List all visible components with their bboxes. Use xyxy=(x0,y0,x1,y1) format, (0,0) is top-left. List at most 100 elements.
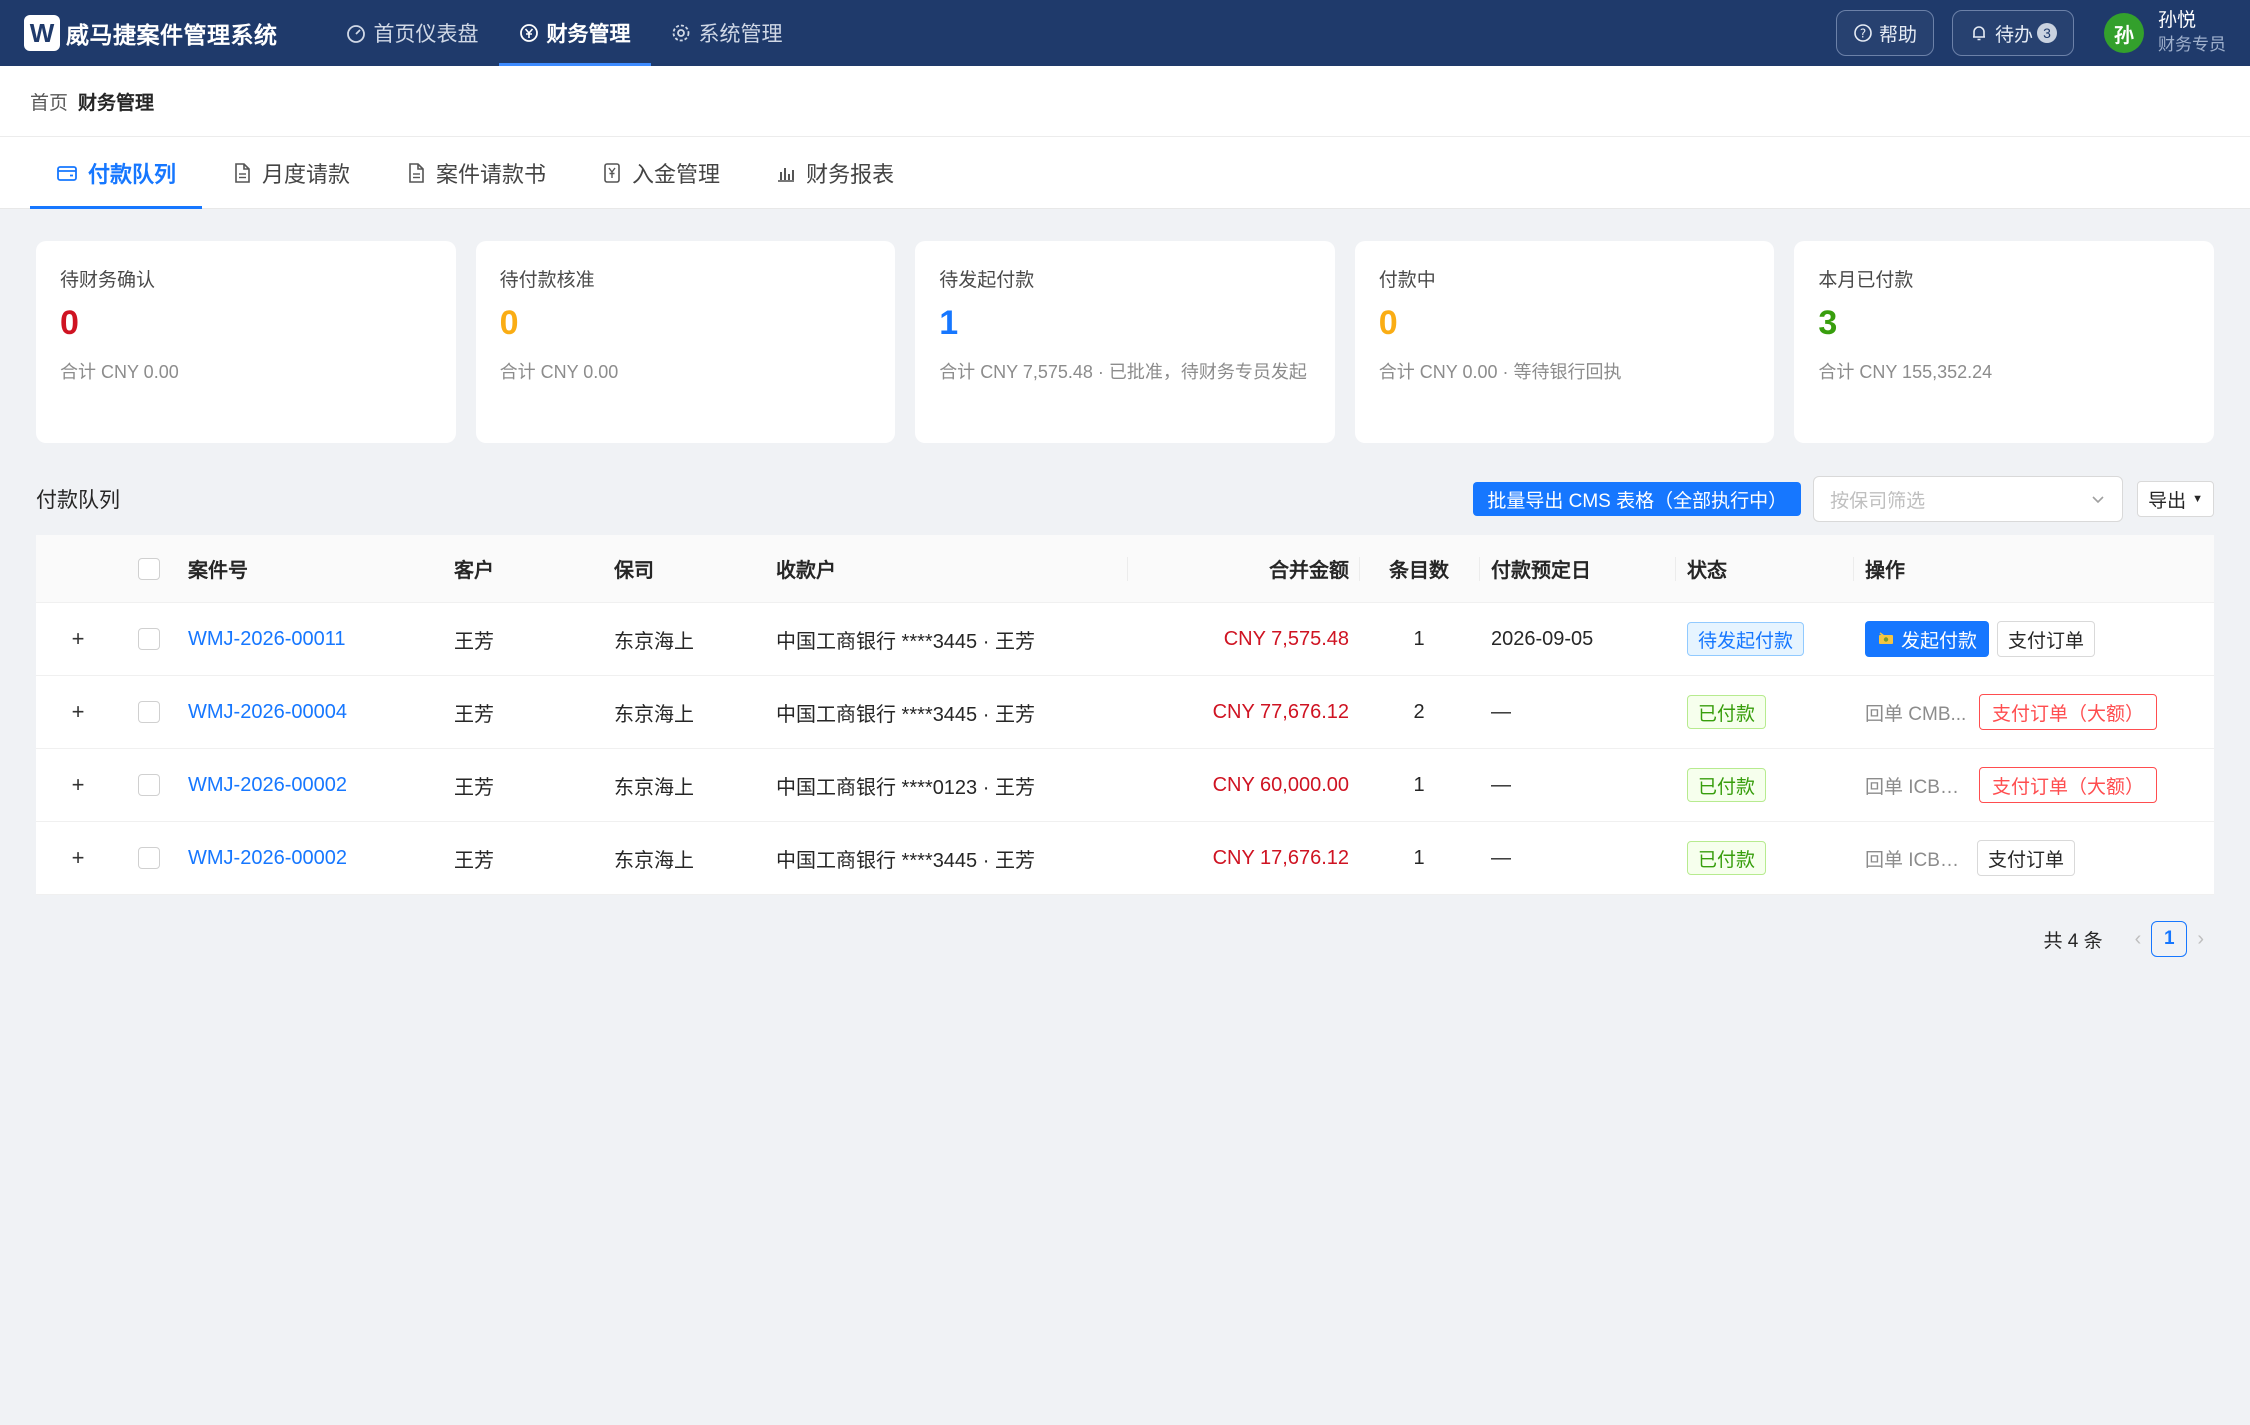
breadcrumb: 首页 财务管理 xyxy=(0,66,2250,137)
col-status: 状态 xyxy=(1675,535,1853,602)
todo-label: 待办 xyxy=(1994,24,2033,46)
status-cell: 待发起付款 xyxy=(1675,603,1853,675)
stat-card-pending-confirm[interactable]: 待财务确认 0 合计 CNY 0.00 xyxy=(36,241,456,443)
pay-order-button[interactable]: 支付订单 xyxy=(1997,621,2096,657)
batch-export-button[interactable]: 批量导出 CMS 表格（全部执行中） xyxy=(1473,482,1802,516)
receipt-link[interactable]: 回单 ICBC... xyxy=(1865,772,1969,799)
col-ops: 操作 xyxy=(1853,535,2214,602)
header-actions: ? 帮助 待办 3 孙 孙悦 财务专员 xyxy=(1818,9,2226,57)
status-cell: 已付款 xyxy=(1675,676,1853,748)
row-checkbox[interactable] xyxy=(138,701,160,723)
row-select[interactable] xyxy=(120,749,178,821)
stat-label: 本月已付款 xyxy=(1818,270,1914,291)
gear-icon xyxy=(671,23,691,43)
expand-row-button[interactable]: + xyxy=(36,603,120,675)
breadcrumb-home[interactable]: 首页 xyxy=(30,88,68,115)
finance-icon xyxy=(519,23,539,43)
next-page-icon[interactable]: › xyxy=(2197,928,2204,951)
money-icon xyxy=(1877,630,1895,648)
topnav-dashboard[interactable]: 首页仪表盘 xyxy=(326,0,499,66)
insurer-filter-select[interactable]: 按保司筛选 xyxy=(1813,476,2124,522)
payee-cell: 中国工商银行 ****3445 · 王芳 xyxy=(776,703,1035,726)
user-menu[interactable]: 孙 孙悦 财务专员 xyxy=(2104,9,2226,57)
plus-icon: + xyxy=(71,845,85,870)
page-number-button[interactable]: 1 xyxy=(2151,921,2188,957)
pagination: 共 4 条 ‹ 1 › xyxy=(0,895,2250,957)
todo-button[interactable]: 待办 3 xyxy=(1951,10,2074,56)
row-checkbox[interactable] xyxy=(138,774,160,796)
tab-finance-report[interactable]: 财务报表 xyxy=(750,137,920,209)
queue-header: 付款队列 批量导出 CMS 表格（全部执行中） 按保司筛选 导出 ▼ xyxy=(0,473,2250,525)
row-checkbox[interactable] xyxy=(138,847,160,869)
table-row: + WMJ-2026-00002 王芳 东京海上 中国工商银行 ****0123… xyxy=(36,749,2214,822)
pay-order-large-button[interactable]: 支付订单（大额） xyxy=(1979,767,2158,803)
case-link[interactable]: WMJ-2026-00002 xyxy=(178,822,446,894)
plus-icon: + xyxy=(71,772,85,797)
tab-monthly-request[interactable]: 月度请款 xyxy=(206,137,376,209)
stat-card-paying[interactable]: 付款中 0 合计 CNY 0.00 · 等待银行回执 xyxy=(1354,241,1775,443)
stat-card-pending-initiate[interactable]: 待发起付款 1 合计 CNY 7,575.48 · 已批准，待财务专员发起 xyxy=(915,241,1335,443)
initiate-payment-button[interactable]: 发起付款 xyxy=(1865,621,1990,657)
case-link[interactable]: WMJ-2026-00004 xyxy=(178,676,446,748)
tab-payment-queue[interactable]: 付款队列 xyxy=(30,137,203,209)
help-button[interactable]: ? 帮助 xyxy=(1835,10,1934,56)
col-case: 案件号 xyxy=(188,560,248,582)
tab-label: 财务报表 xyxy=(806,162,895,187)
row-select[interactable] xyxy=(120,676,178,748)
amount-cell: CNY 60,000.00 xyxy=(1212,773,1349,796)
stat-card-paid-this-month[interactable]: 本月已付款 3 合计 CNY 155,352.24 xyxy=(1794,241,2214,443)
receipt-link[interactable]: 回单 ICBC... xyxy=(1865,845,1969,872)
tab-incoming-funds[interactable]: 入金管理 xyxy=(576,137,746,209)
col-count: 条目数 xyxy=(1359,535,1479,602)
topnav-label: 首页仪表盘 xyxy=(373,23,479,46)
dashboard-icon xyxy=(346,23,366,43)
export-label: 导出 xyxy=(2148,490,2187,512)
bar-chart-icon xyxy=(776,163,796,183)
amount-cell: CNY 17,676.12 xyxy=(1212,846,1349,869)
amount-cell: CNY 7,575.48 xyxy=(1223,627,1349,650)
topnav-finance[interactable]: 财务管理 xyxy=(498,0,651,66)
initiate-payment-label: 发起付款 xyxy=(1901,630,1978,652)
user-meta: 孙悦 财务专员 xyxy=(2158,9,2226,57)
status-cell: 已付款 xyxy=(1675,749,1853,821)
topnav-label: 系统管理 xyxy=(698,23,783,46)
stat-card-pending-approval[interactable]: 待付款核准 0 合计 CNY 0.00 xyxy=(475,241,896,443)
date-cell: — xyxy=(1491,700,1511,723)
select-all-checkbox[interactable] xyxy=(138,557,160,580)
col-select-all[interactable] xyxy=(120,535,178,602)
export-button[interactable]: 导出 ▼ xyxy=(2137,481,2214,517)
row-select[interactable] xyxy=(120,603,178,675)
expand-row-button[interactable]: + xyxy=(36,822,120,894)
prev-page-icon[interactable]: ‹ xyxy=(2135,928,2142,951)
user-role: 财务专员 xyxy=(2158,35,2226,54)
stat-sub: 合计 CNY 0.00 xyxy=(60,362,179,382)
status-badge: 已付款 xyxy=(1687,768,1767,802)
col-insurer: 保司 xyxy=(614,560,654,582)
tab-case-request[interactable]: 案件请款书 xyxy=(380,137,572,209)
payee-cell: 中国工商银行 ****3445 · 王芳 xyxy=(776,849,1035,872)
tab-label: 月度请款 xyxy=(262,162,351,187)
amount-cell: CNY 77,676.12 xyxy=(1212,700,1349,723)
top-nav: 首页仪表盘 财务管理 系统管理 xyxy=(326,0,803,66)
row-select[interactable] xyxy=(120,822,178,894)
row-checkbox[interactable] xyxy=(138,628,160,650)
expand-row-button[interactable]: + xyxy=(36,676,120,748)
ops-cell: 发起付款 支付订单 xyxy=(1853,603,2214,675)
case-link[interactable]: WMJ-2026-00002 xyxy=(178,749,446,821)
receipt-link[interactable]: 回单 CMB... xyxy=(1865,699,1969,726)
stat-value: 3 xyxy=(1818,304,1838,342)
pay-order-button[interactable]: 支付订单 xyxy=(1977,840,2076,876)
topnav-system[interactable]: 系统管理 xyxy=(651,0,803,66)
app-logo[interactable]: W 威马捷案件管理系统 xyxy=(24,15,278,51)
customer-cell: 王芳 xyxy=(454,849,494,872)
avatar: 孙 xyxy=(2104,13,2144,53)
stat-value: 1 xyxy=(939,304,959,342)
date-cell: 2026-09-05 xyxy=(1491,627,1594,650)
pay-order-large-button[interactable]: 支付订单（大额） xyxy=(1979,694,2158,730)
customer-cell: 王芳 xyxy=(454,703,494,726)
expand-row-button[interactable]: + xyxy=(36,749,120,821)
case-link[interactable]: WMJ-2026-00011 xyxy=(178,603,446,675)
count-cell: 1 xyxy=(1413,773,1425,796)
table-header: 案件号 客户 保司 收款户 合并金额 条目数 付款预定日 状态 操作 xyxy=(36,535,2214,603)
stat-sub: 合计 CNY 0.00 xyxy=(499,362,619,382)
